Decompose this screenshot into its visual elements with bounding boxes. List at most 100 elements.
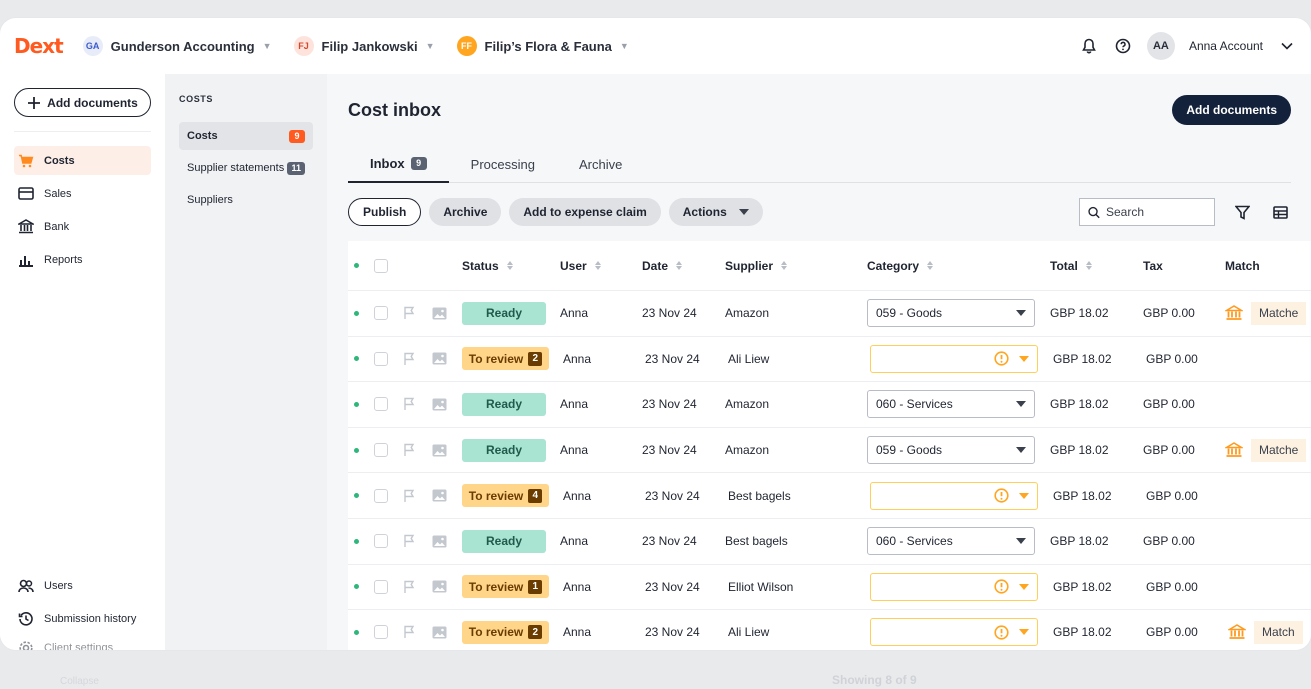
nav-item-reports[interactable]: Reports (14, 245, 151, 274)
flag-icon[interactable] (403, 397, 417, 411)
collapse-link[interactable]: Collapse (60, 676, 99, 687)
table-row[interactable]: Ready Anna 23 Nov 24 Amazon 059 - Goods … (348, 428, 1311, 474)
category-select[interactable] (870, 344, 1038, 373)
chevron-down-icon: ▼ (619, 41, 629, 51)
subnav-item-costs[interactable]: Costs 9 (179, 122, 313, 150)
breadcrumb-client[interactable]: FF Filip’s Flora & Fauna ▼ (456, 36, 629, 56)
table-row[interactable]: Ready Anna 23 Nov 24 Amazon 060 - Servic… (348, 382, 1311, 428)
breadcrumb-practice[interactable]: GA Gunderson Accounting ▼ (82, 36, 272, 56)
add-documents-button[interactable]: Add documents (14, 88, 151, 117)
table-row[interactable]: To review 4 Anna 23 Nov 24 Best bagels GB… (348, 473, 1311, 519)
row-checkbox[interactable] (374, 488, 388, 503)
nav-item-sales[interactable]: Sales (14, 179, 151, 208)
table-row[interactable]: Ready Anna 23 Nov 24 Best bagels 060 - S… (348, 519, 1311, 565)
row-checkbox[interactable] (374, 625, 388, 640)
status-badge: Ready (462, 438, 546, 462)
search-box[interactable] (1079, 198, 1215, 226)
image-icon[interactable] (432, 352, 447, 365)
sort-icon (594, 261, 601, 270)
match-cell[interactable]: Match (1228, 620, 1303, 644)
add-documents-primary-button[interactable]: Add documents (1172, 95, 1291, 125)
match-cell[interactable]: Matche (1225, 438, 1307, 462)
row-checkbox[interactable] (374, 306, 388, 321)
bell-icon[interactable] (1079, 36, 1099, 56)
row-checkbox[interactable] (374, 443, 388, 458)
subnav-item-supplier-statements[interactable]: Supplier statements 11 (179, 154, 313, 182)
match-cell[interactable]: Matche (1225, 301, 1307, 325)
nav-item-users[interactable]: Users (14, 571, 140, 600)
image-icon[interactable] (432, 307, 447, 320)
table-row[interactable]: To review 2 Anna 23 Nov 24 Ali Liew GBP 1… (348, 610, 1311, 650)
user-cell: Anna (560, 443, 589, 458)
flag-icon[interactable] (403, 443, 417, 457)
tab-archive[interactable]: Archive (557, 145, 644, 183)
row-checkbox[interactable] (374, 397, 388, 412)
breadcrumb-user[interactable]: FJ Filip Jankowski ▼ (293, 36, 435, 56)
chevron-down-icon[interactable] (1277, 36, 1297, 56)
chevron-down-icon: ▼ (425, 41, 435, 51)
nav-item-submission-history[interactable]: Submission history (14, 604, 140, 633)
reports-icon (19, 255, 33, 267)
column-total[interactable]: Total (1050, 259, 1092, 273)
flag-icon[interactable] (403, 489, 417, 503)
user-avatar: FJ (293, 36, 314, 56)
image-icon[interactable] (432, 535, 447, 548)
image-icon[interactable] (432, 489, 447, 502)
status-dot (354, 538, 359, 544)
table-header-row: Status User Date Supplier Category Total… (348, 241, 1311, 291)
tab-processing[interactable]: Processing (449, 145, 557, 183)
column-date[interactable]: Date (642, 259, 683, 273)
image-icon[interactable] (432, 444, 447, 457)
user-cell: Anna (560, 397, 589, 412)
nav-item-bank[interactable]: Bank (14, 212, 151, 241)
archive-button[interactable]: Archive (429, 198, 502, 226)
supplier-cell: Elliot Wilson (728, 579, 794, 594)
publish-button[interactable]: Publish (348, 198, 422, 226)
flag-icon[interactable] (403, 534, 417, 548)
row-checkbox[interactable] (374, 351, 388, 366)
action-toolbar: Publish Archive Add to expense claim Act… (348, 183, 1291, 241)
row-checkbox[interactable] (374, 534, 388, 549)
category-select[interactable]: 059 - Goods (867, 436, 1035, 465)
account-avatar[interactable]: AA (1146, 32, 1175, 60)
image-icon[interactable] (432, 398, 447, 411)
flag-icon[interactable] (403, 625, 417, 639)
columns-icon[interactable] (1269, 201, 1291, 223)
nav-item-client-settings[interactable]: Client settings (14, 637, 140, 650)
table-row[interactable]: Ready Anna 23 Nov 24 Amazon 059 - Goods … (348, 291, 1311, 337)
category-select[interactable] (870, 572, 1038, 601)
nav-item-costs[interactable]: Costs (14, 146, 151, 175)
column-supplier[interactable]: Supplier (725, 259, 788, 273)
category-select[interactable]: 059 - Goods (867, 299, 1035, 328)
column-status[interactable]: Status (462, 259, 513, 273)
row-checkbox[interactable] (374, 579, 388, 594)
category-select[interactable]: 060 - Services (867, 527, 1035, 556)
category-select[interactable] (870, 481, 1038, 510)
review-count: 2 (528, 351, 543, 366)
filter-icon[interactable] (1231, 201, 1253, 223)
image-icon[interactable] (432, 580, 447, 593)
status-dot (354, 401, 359, 407)
add-to-expense-claim-button[interactable]: Add to expense claim (509, 198, 661, 226)
tab-inbox[interactable]: Inbox 9 (348, 145, 449, 183)
select-all-checkbox[interactable] (374, 258, 388, 273)
image-icon[interactable] (432, 626, 447, 639)
caret-down-icon (1019, 355, 1029, 362)
column-category[interactable]: Category (867, 259, 934, 273)
subnav-item-suppliers[interactable]: Suppliers (179, 186, 313, 214)
search-input[interactable] (1106, 205, 1206, 219)
actions-dropdown[interactable]: Actions (668, 198, 763, 226)
dext-logo[interactable]: Dext (14, 34, 64, 58)
category-select[interactable] (870, 618, 1038, 647)
date-cell: 23 Nov 24 (645, 351, 700, 366)
column-user[interactable]: User (560, 259, 601, 273)
table-row[interactable]: To review 1 Anna 23 Nov 24 Elliot Wilson … (348, 565, 1311, 611)
help-icon[interactable] (1113, 36, 1133, 56)
flag-icon[interactable] (403, 306, 417, 320)
category-select[interactable]: 060 - Services (867, 390, 1035, 419)
breadcrumb-label: Filip Jankowski (321, 38, 418, 54)
flag-icon[interactable] (403, 580, 417, 594)
flag-icon[interactable] (403, 352, 417, 366)
account-name[interactable]: Anna Account (1189, 39, 1263, 53)
table-row[interactable]: To review 2 Anna 23 Nov 24 Ali Liew GBP 1… (348, 337, 1311, 383)
